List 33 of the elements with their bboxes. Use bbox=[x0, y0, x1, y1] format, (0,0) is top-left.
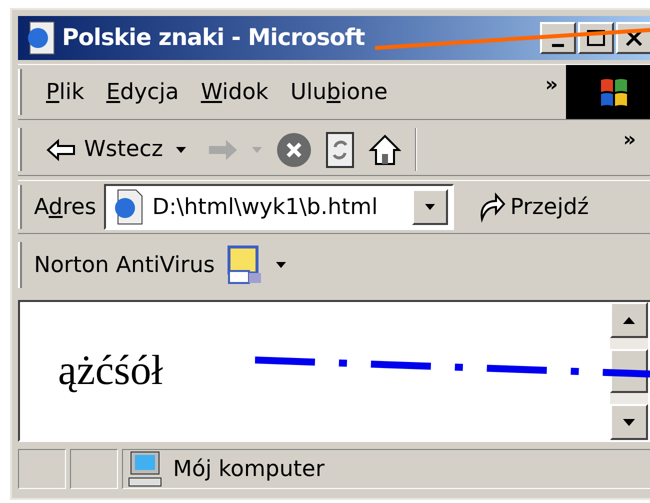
toolbar-label: Norton AntiVirus bbox=[34, 252, 215, 280]
address-dropdown-button[interactable] bbox=[412, 189, 448, 225]
menu-item[interactable]: Ulubione bbox=[290, 76, 388, 108]
down-arrow-icon bbox=[622, 418, 636, 426]
caret-icon[interactable] bbox=[274, 261, 287, 269]
back-dropdown-caret[interactable] bbox=[175, 146, 188, 154]
scrollbar[interactable] bbox=[610, 302, 648, 440]
menu-item[interactable]: Edycja bbox=[106, 76, 179, 108]
window-title: Polskie znaki - Microsoft bbox=[62, 24, 365, 53]
page-text: ążćśół bbox=[58, 346, 163, 396]
back-arrow-icon bbox=[46, 138, 76, 160]
address-label: Adres bbox=[34, 194, 96, 222]
status-pane bbox=[70, 449, 118, 489]
scroll-down-button[interactable] bbox=[610, 404, 648, 440]
up-arrow-icon bbox=[622, 316, 636, 324]
stop-icon[interactable] bbox=[275, 130, 314, 168]
menu-item[interactable]: Widok bbox=[200, 76, 268, 108]
minimize-icon bbox=[552, 44, 564, 46]
status-text: Mój komputer bbox=[173, 456, 325, 484]
go-button[interactable]: Przejdź bbox=[478, 190, 589, 224]
scroll-up-button[interactable] bbox=[610, 302, 648, 338]
maximize-icon bbox=[586, 29, 606, 47]
chevron[interactable]: » bbox=[623, 124, 636, 154]
address-value: D:\html\wyk1\b.html bbox=[152, 194, 378, 222]
status-pane bbox=[18, 449, 66, 489]
refresh-icon[interactable] bbox=[325, 130, 356, 168]
chevron[interactable]: » bbox=[545, 69, 558, 99]
menu-item[interactable]: Plik bbox=[46, 76, 84, 108]
back-button[interactable]: Wstecz bbox=[46, 133, 164, 166]
go-arrow-icon bbox=[478, 191, 506, 223]
antivirus-icon[interactable] bbox=[226, 245, 263, 285]
caret-icon[interactable] bbox=[424, 203, 436, 211]
address-field[interactable]: D:\html\wyk1\b.html bbox=[104, 184, 454, 230]
